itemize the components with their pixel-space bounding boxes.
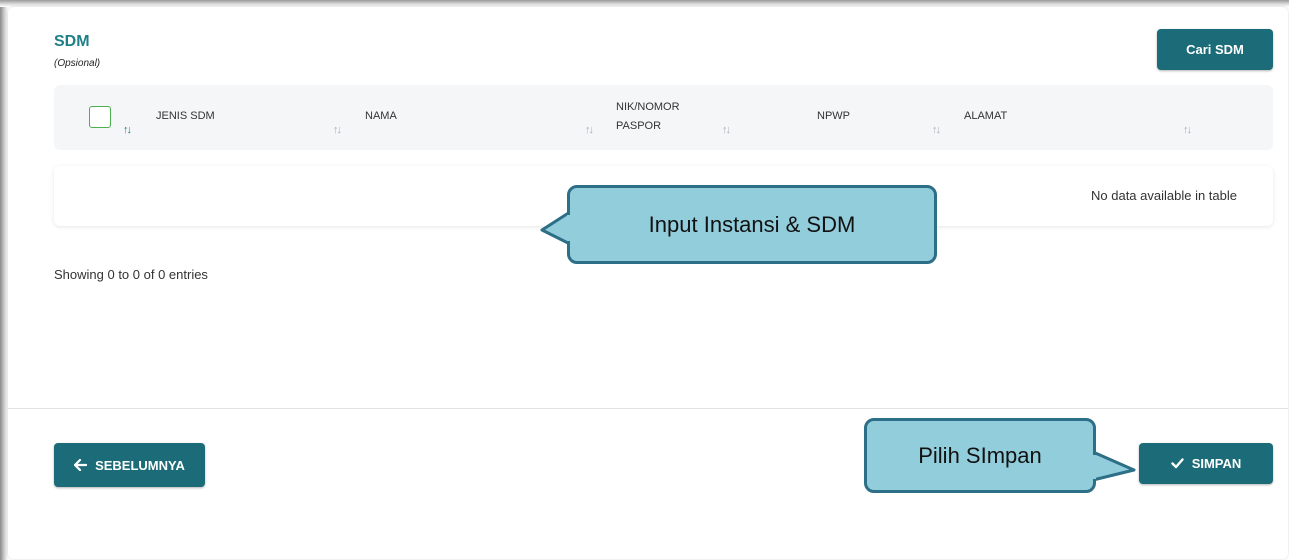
cari-sdm-button[interactable]: Cari SDM xyxy=(1157,29,1273,70)
arrow-left-icon xyxy=(74,459,88,471)
column-jenis-sdm[interactable]: JENIS SDM xyxy=(156,107,215,126)
sort-icon[interactable]: ↑↓ xyxy=(123,124,132,136)
callout-pointer-join xyxy=(567,215,573,241)
frame-top-shadow xyxy=(0,0,1289,7)
simpan-label: SIMPAN xyxy=(1191,456,1242,471)
callout-save-text: Pilih SImpan xyxy=(918,442,1042,468)
cari-sdm-label: Cari SDM xyxy=(1186,42,1244,57)
callout-pointer xyxy=(1091,450,1136,482)
sebelumnya-button[interactable]: SEBELUMNYA xyxy=(54,443,205,487)
check-icon xyxy=(1170,458,1184,469)
sort-icon[interactable]: ↑↓ xyxy=(333,124,342,136)
section-subtitle: (Opsional) xyxy=(54,58,101,69)
footer-divider xyxy=(8,408,1288,409)
column-paspor[interactable]: PASPOR xyxy=(616,117,661,136)
callout-pointer-join xyxy=(1090,455,1096,479)
sort-icon[interactable]: ↑↓ xyxy=(932,124,941,136)
table-info: Showing 0 to 0 of 0 entries xyxy=(54,267,208,282)
column-nama[interactable]: NAMA xyxy=(365,107,397,126)
simpan-button[interactable]: SIMPAN xyxy=(1139,443,1273,484)
callout-input-text: Input Instansi & SDM xyxy=(648,211,856,237)
empty-message: No data available in table xyxy=(1091,188,1237,203)
sort-icon[interactable]: ↑↓ xyxy=(1183,124,1192,136)
select-all-checkbox[interactable] xyxy=(89,106,111,128)
callout-pilih-simpan: Pilih SImpan xyxy=(864,418,1096,493)
frame-left-shadow xyxy=(0,0,8,560)
column-nik-nomor[interactable]: NIK/NOMOR xyxy=(616,98,680,117)
column-npwp[interactable]: NPWP xyxy=(817,107,850,126)
table-header xyxy=(54,85,1273,150)
column-alamat[interactable]: ALAMAT xyxy=(964,107,1007,126)
section-title: SDM xyxy=(54,33,90,50)
callout-input-instansi: Input Instansi & SDM xyxy=(567,185,937,264)
sort-icon[interactable]: ↑↓ xyxy=(722,124,731,136)
sebelumnya-label: SEBELUMNYA xyxy=(95,457,185,473)
sort-icon[interactable]: ↑↓ xyxy=(585,124,594,136)
